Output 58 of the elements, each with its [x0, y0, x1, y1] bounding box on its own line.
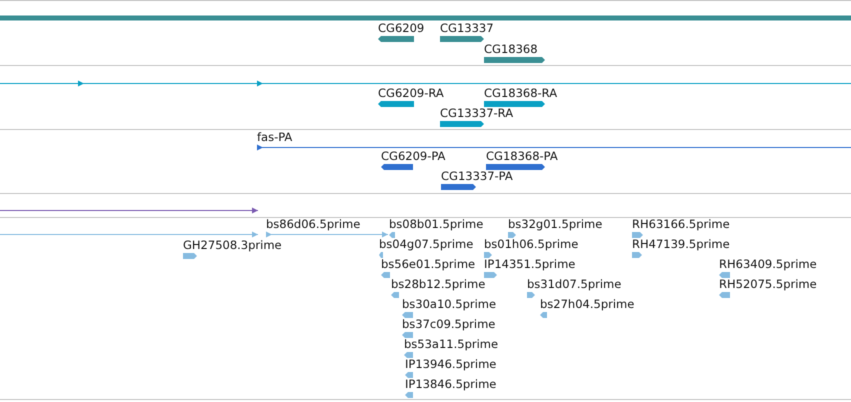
- feature-label: CG18368-PA: [486, 149, 558, 163]
- feature-label: CG13337: [440, 21, 494, 35]
- feature-arrow[interactable]: [405, 392, 413, 398]
- feature-label: CG6209-RA: [378, 86, 444, 100]
- feature-arrow[interactable]: [379, 252, 383, 258]
- feature-arrow[interactable]: [405, 372, 413, 378]
- feature-label: GH27508.3prime: [183, 238, 282, 252]
- feature-label: CG6209: [378, 21, 424, 35]
- feature-label: bs31d07.5prime: [527, 277, 622, 291]
- feature-arrow[interactable]: [540, 312, 547, 318]
- feature-arrow[interactable]: [484, 252, 492, 258]
- feature-label: bs30a10.5prime: [402, 297, 496, 311]
- feature-arrow[interactable]: [508, 232, 516, 238]
- feature-arrow[interactable]: [378, 36, 414, 42]
- feature-line[interactable]: [0, 80, 851, 86]
- feature-label: CG18368-RA: [484, 86, 558, 100]
- feature-arrow[interactable]: [183, 253, 197, 259]
- feature-line[interactable]: [0, 208, 258, 214]
- feature-arrow[interactable]: [391, 292, 399, 298]
- feature-label: bs28b12.5prime: [391, 277, 486, 291]
- feature-arrow[interactable]: [719, 272, 730, 278]
- feature-label: bs32g01.5prime: [508, 217, 602, 231]
- feature-arrow[interactable]: [381, 272, 390, 278]
- feature-label: bs37c09.5prime: [402, 317, 496, 331]
- feature-label: bs53a11.5prime: [404, 337, 498, 351]
- feature-label: RH47139.5prime: [632, 237, 730, 251]
- feature-arrow[interactable]: [440, 121, 484, 127]
- feature-arrow[interactable]: [381, 164, 413, 170]
- feature-label: bs86d06.5prime: [266, 217, 360, 231]
- feature-label: bs56e01.5prime: [381, 257, 476, 271]
- feature-line[interactable]: [257, 144, 851, 150]
- feature-label: bs08b01.5prime: [389, 217, 484, 231]
- feature-label: CG18368: [484, 42, 538, 56]
- feature-arrow[interactable]: [402, 332, 413, 338]
- feature-label: IP13946.5prime: [405, 357, 496, 371]
- feature-arrow[interactable]: [389, 232, 395, 238]
- feature-arrow[interactable]: [440, 36, 484, 42]
- feature-arrow[interactable]: [632, 232, 643, 238]
- feature-arrow[interactable]: [719, 292, 730, 298]
- feature-arrow[interactable]: [484, 272, 497, 278]
- feature-arrow[interactable]: [404, 352, 413, 358]
- feature-label: RH52075.5prime: [719, 277, 817, 291]
- feature-label: fas-PA: [257, 130, 292, 144]
- feature-label: CG6209-PA: [381, 149, 446, 163]
- feature-label: CG13337-PA: [441, 169, 513, 183]
- feature-label: bs27h04.5prime: [540, 297, 634, 311]
- feature-label: RH63166.5prime: [632, 217, 730, 231]
- feature-label: IP13846.5prime: [405, 377, 496, 391]
- feature-arrow[interactable]: [527, 292, 535, 298]
- feature-arrow[interactable]: [402, 312, 413, 318]
- feature-label: CG13337-RA: [440, 106, 514, 120]
- feature-label: IP14351.5prime: [484, 257, 576, 271]
- feature-label: bs04g07.5prime: [379, 237, 474, 251]
- feature-arrow[interactable]: [441, 184, 476, 190]
- feature-label: bs01h06.5prime: [484, 237, 578, 251]
- feature-arrow[interactable]: [632, 252, 642, 258]
- feature-label: RH63409.5prime: [719, 257, 817, 271]
- feature-arrow[interactable]: [378, 101, 414, 107]
